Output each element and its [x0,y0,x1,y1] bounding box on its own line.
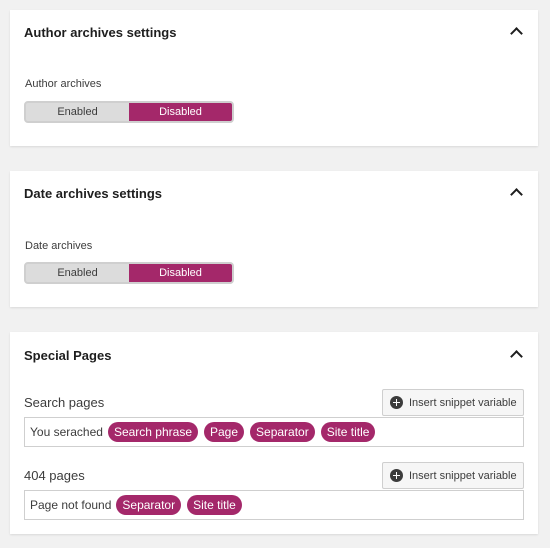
search-insert-snippet-button[interactable]: Insert snippet variable [382,389,524,416]
author-archives-enabled-option[interactable]: Enabled [26,103,129,121]
date-archives-disabled-option[interactable]: Disabled [129,264,232,282]
plus-circle-icon [390,469,403,482]
chevron-up-icon[interactable] [510,350,523,363]
author-archives-toggle[interactable]: Enabled Disabled [24,101,234,123]
search-pages-label: Search pages [24,395,105,410]
author-archives-disabled-option[interactable]: Disabled [129,103,232,121]
search-pages-title-field[interactable]: You serached Search phrase Page Separato… [24,417,524,447]
404-pages-text: Page not found [30,498,112,512]
snippet-variable-pill[interactable]: Search phrase [107,422,198,442]
plus-circle-icon [390,396,403,409]
date-archives-title: Date archives settings [24,186,163,201]
chevron-up-icon[interactable] [510,188,523,201]
author-archives-label: Author archives [25,78,102,90]
search-pages-text: You serached [30,425,103,439]
404-insert-snippet-button[interactable]: Insert snippet variable [382,462,524,489]
author-archives-title: Author archives settings [24,25,177,40]
date-archives-enabled-option[interactable]: Enabled [26,264,129,282]
special-pages-panel: Special Pages Search pages Insert snippe… [10,332,538,534]
date-archives-label: Date archives [25,240,93,252]
snippet-variable-pill[interactable]: Site title [187,495,242,515]
chevron-up-icon[interactable] [510,27,523,40]
search-insert-snippet-label: Insert snippet variable [409,396,517,409]
snippet-variable-pill[interactable]: Separator [116,495,182,515]
snippet-variable-pill[interactable]: Page [204,422,245,442]
date-archives-panel: Date archives settings Date archives Ena… [10,171,538,307]
404-pages-title-field[interactable]: Page not found Separator Site title [24,490,524,520]
special-pages-title: Special Pages [24,348,112,363]
404-pages-label: 404 pages [24,468,85,483]
snippet-variable-pill[interactable]: Separator [250,422,315,442]
author-archives-panel: Author archives settings Author archives… [10,10,538,146]
404-insert-snippet-label: Insert snippet variable [409,469,517,482]
date-archives-toggle[interactable]: Enabled Disabled [24,262,234,284]
snippet-variable-pill[interactable]: Site title [320,422,376,442]
